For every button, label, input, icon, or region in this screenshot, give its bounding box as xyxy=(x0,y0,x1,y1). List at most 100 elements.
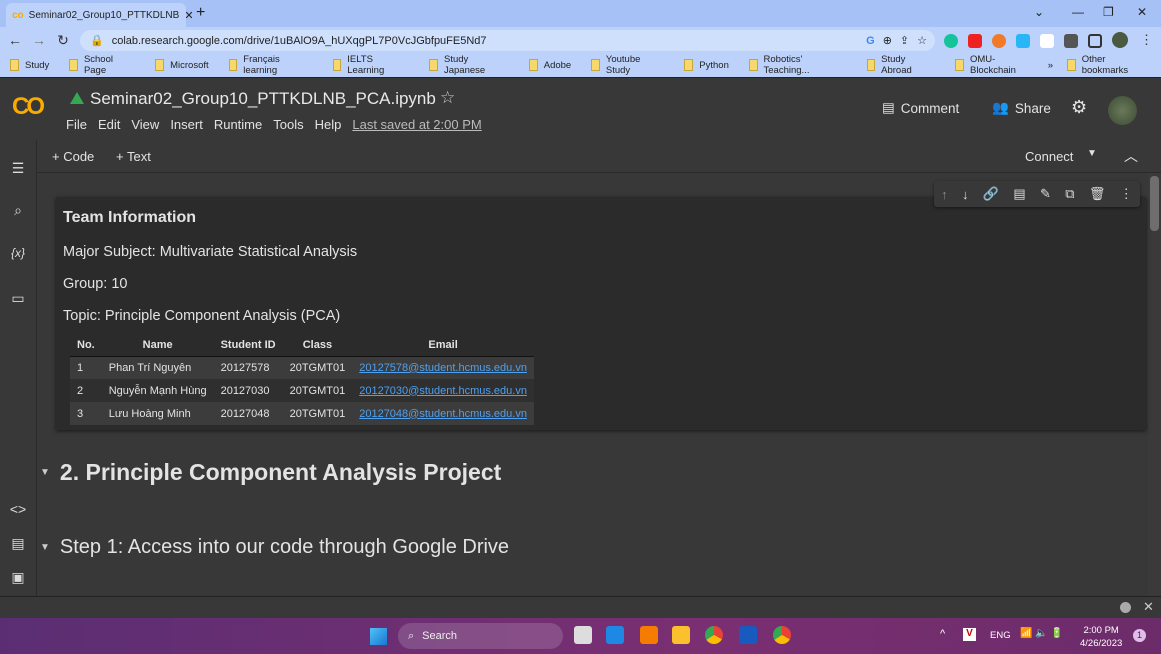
email-link[interactable]: 20127030@student.hcmus.edu.vn xyxy=(359,385,527,397)
code-snippets-icon[interactable]: <> xyxy=(9,501,27,517)
user-avatar[interactable] xyxy=(1108,96,1137,125)
variables-icon[interactable]: {x} xyxy=(9,246,27,260)
close-window-button[interactable]: ✕ xyxy=(1137,5,1147,19)
bookmark-microsoft[interactable]: Microsoft xyxy=(155,59,209,71)
chrome-profile-icon[interactable] xyxy=(773,626,791,644)
foxit-pdf-icon[interactable] xyxy=(640,626,658,644)
menu-runtime[interactable]: Runtime xyxy=(214,117,262,132)
close-status-icon[interactable]: ✕ xyxy=(1143,599,1154,615)
maximize-button[interactable]: ❐ xyxy=(1103,5,1114,19)
link-icon[interactable]: 🔗 xyxy=(983,186,999,202)
browser-tab[interactable]: co Seminar02_Group10_PTTKDLNB ✕ xyxy=(6,3,194,27)
taskbar-search[interactable]: ⌕ Search xyxy=(398,623,563,649)
bookmark-robotics[interactable]: Robotics' Teaching... xyxy=(748,54,847,76)
extension-icon[interactable] xyxy=(1040,34,1054,48)
tab-search-icon[interactable]: ⌄ xyxy=(1034,5,1044,19)
share-page-icon[interactable]: ⇪ xyxy=(900,34,909,47)
email-link[interactable]: 20127048@student.hcmus.edu.vn xyxy=(359,408,527,420)
other-bookmarks[interactable]: Other bookmarks xyxy=(1067,54,1151,76)
honey-extension-icon[interactable] xyxy=(992,34,1006,48)
section-heading-step1[interactable]: ▼ Step 1: Access into our code through G… xyxy=(40,536,509,559)
app-l-icon[interactable] xyxy=(606,626,624,644)
comment-cell-icon[interactable]: ▤ xyxy=(1013,186,1025,202)
back-icon[interactable]: ← xyxy=(3,32,27,48)
table-of-contents-icon[interactable]: ☰ xyxy=(9,160,27,177)
scrollbar[interactable] xyxy=(1148,173,1161,596)
bookmark-francais[interactable]: Français learning xyxy=(228,54,313,76)
bookmark-youtube[interactable]: Youtube Study xyxy=(591,54,664,76)
browser-menu-icon[interactable]: ⋮ xyxy=(1140,32,1153,48)
files-folder-icon[interactable]: ▭ xyxy=(9,290,27,307)
menu-insert[interactable]: Insert xyxy=(170,117,203,132)
settings-gear-icon[interactable]: ⚙ xyxy=(1071,97,1087,118)
colab-logo[interactable]: CO xyxy=(12,93,45,121)
new-tab-button[interactable]: + xyxy=(196,4,205,22)
more-bookmarks-button[interactable]: » xyxy=(1048,60,1053,71)
move-down-icon[interactable]: ↓ xyxy=(962,187,969,202)
bookmark-adobe[interactable]: Adobe xyxy=(528,59,571,71)
comment-button[interactable]: ▤ Comment xyxy=(882,100,959,116)
section-heading-pca[interactable]: ▼ 2. Principle Component Analysis Projec… xyxy=(40,459,501,486)
collapse-caret-icon[interactable]: ▼ xyxy=(40,542,50,553)
scrollbar-thumb[interactable] xyxy=(1150,176,1159,231)
show-hidden-icons[interactable]: ^ xyxy=(940,628,945,640)
notebook-title[interactable]: Seminar02_Group10_PTTKDLNB_PCA.ipynb xyxy=(90,89,436,109)
delete-trash-icon[interactable]: 🗑 xyxy=(1089,186,1106,202)
google-icon[interactable]: G xyxy=(866,35,875,47)
add-code-button[interactable]: + Code xyxy=(52,149,94,164)
menu-edit[interactable]: Edit xyxy=(98,117,120,132)
menu-view[interactable]: View xyxy=(131,117,159,132)
language-indicator[interactable]: ENG xyxy=(990,630,1011,641)
profile-avatar[interactable] xyxy=(1112,32,1128,48)
move-up-icon[interactable]: ↑ xyxy=(941,187,948,202)
bookmark-star-icon[interactable]: ☆ xyxy=(917,34,927,47)
last-saved-link[interactable]: Last saved at 2:00 PM xyxy=(352,117,481,132)
email-link[interactable]: 20127578@student.hcmus.edu.vn xyxy=(359,362,527,374)
command-palette-icon[interactable]: ▤ xyxy=(9,535,27,552)
opera-extension-icon[interactable] xyxy=(968,34,982,48)
file-explorer-icon[interactable] xyxy=(672,626,690,644)
chrome-icon[interactable] xyxy=(705,626,723,644)
collapse-header-icon[interactable]: ︿ xyxy=(1124,146,1138,166)
task-view-icon[interactable] xyxy=(574,626,592,644)
zoom-icon[interactable]: ⊕ xyxy=(883,34,892,47)
bookmark-japanese[interactable]: Study Japanese xyxy=(429,54,508,76)
menu-tools[interactable]: Tools xyxy=(273,117,303,132)
edit-pencil-icon[interactable]: ✎ xyxy=(1040,186,1051,202)
bookmark-study[interactable]: Study xyxy=(10,59,49,71)
notification-badge[interactable]: 1 xyxy=(1133,629,1146,642)
share-button[interactable]: 👥 Share xyxy=(992,100,1051,116)
connect-dropdown-icon[interactable]: ▼ xyxy=(1087,148,1097,159)
address-bar[interactable]: 🔒 colab.research.google.com/drive/1uBAlO… xyxy=(80,30,935,51)
search-icon[interactable]: ⌕ xyxy=(9,202,27,219)
add-text-button[interactable]: + Text xyxy=(116,149,151,164)
table-row: 1 Phan Trí Nguyên 20127578 20TGMT01 2012… xyxy=(70,356,534,379)
collapse-caret-icon[interactable]: ▼ xyxy=(40,467,50,478)
close-tab-icon[interactable]: ✕ xyxy=(184,9,193,22)
bookmark-school-page[interactable]: School Page xyxy=(69,54,135,76)
terminal-icon[interactable]: ▣ xyxy=(9,569,27,586)
bookmark-python[interactable]: Python xyxy=(684,59,729,71)
bookmark-study-abroad[interactable]: Study Abroad xyxy=(866,54,936,76)
menu-file[interactable]: File xyxy=(66,117,87,132)
more-options-icon[interactable]: ⋮ xyxy=(1120,186,1133,202)
grammarly-extension-icon[interactable] xyxy=(944,34,958,48)
mirror-cell-icon[interactable]: ⧉ xyxy=(1065,186,1074,202)
connect-button[interactable]: Connect xyxy=(1025,149,1073,164)
menu-help[interactable]: Help xyxy=(315,117,342,132)
side-panel-icon[interactable] xyxy=(1088,34,1102,48)
word-icon[interactable] xyxy=(739,626,757,644)
bookmark-omu[interactable]: OMU-Blockchain xyxy=(955,54,1037,76)
vivaldi-tray-icon[interactable]: V xyxy=(963,628,976,641)
taskbar-clock[interactable]: 2:00 PM 4/26/2023 xyxy=(1080,624,1122,650)
forward-icon[interactable]: → xyxy=(27,32,51,48)
wifi-volume-battery-icons[interactable]: 📶 🔈 🔋 xyxy=(1020,628,1063,639)
pen-extension-icon[interactable] xyxy=(1016,34,1030,48)
minimize-button[interactable]: — xyxy=(1072,5,1084,19)
windows-start-icon[interactable] xyxy=(370,628,387,645)
star-icon[interactable]: ☆ xyxy=(440,88,455,108)
reload-icon[interactable]: ↻ xyxy=(51,32,75,49)
status-indicator-icon[interactable] xyxy=(1120,602,1131,613)
bookmark-ielts[interactable]: IELTS Learning xyxy=(332,54,410,76)
puzzle-extensions-icon[interactable] xyxy=(1064,34,1078,48)
